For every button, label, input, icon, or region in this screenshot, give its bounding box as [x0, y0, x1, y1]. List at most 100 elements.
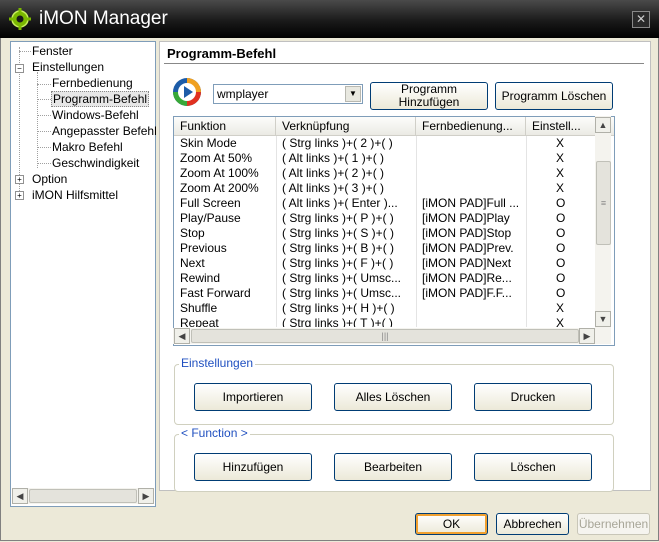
setting-cell: X: [556, 181, 565, 195]
list-horizontal-scrollbar[interactable]: ◀ ||| ▶: [173, 328, 595, 344]
expand-icon[interactable]: +: [15, 191, 24, 200]
add-program-button[interactable]: Programm Hinzufügen: [370, 82, 488, 110]
scroll-left-icon[interactable]: ◀: [174, 328, 190, 344]
table-row[interactable]: Stop ( Strg links )+( S )+( ) [iMON PAD]St…: [174, 226, 614, 241]
ok-label: OK: [442, 517, 461, 531]
tree-item-programm-befehl[interactable]: Programm-Befehl: [51, 91, 150, 107]
tree-item-makro-befehl[interactable]: Makro Befehl: [52, 140, 123, 155]
edit-button[interactable]: Bearbeiten: [334, 453, 452, 481]
title-bar: iMON Manager ✕: [0, 0, 659, 38]
shortcut-cell: ( Strg links )+( F )+( ): [282, 256, 394, 270]
column-header-einstellung[interactable]: Einstell...: [526, 117, 596, 135]
tree-item-fernbedienung[interactable]: Fernbedienung: [52, 76, 133, 91]
expand-icon[interactable]: +: [15, 175, 24, 184]
shortcut-cell: ( Strg links )+( H )+( ): [282, 301, 395, 315]
print-button[interactable]: Drucken: [474, 383, 592, 411]
cancel-label: Abbrechen: [503, 517, 562, 531]
cancel-button[interactable]: Abbrechen: [496, 513, 569, 535]
tree-item-option[interactable]: Option: [32, 172, 67, 187]
setting-cell: O: [556, 211, 566, 225]
table-row[interactable]: Play/Pause ( Strg links )+( P )+( ) [iMON …: [174, 211, 614, 226]
scroll-up-icon[interactable]: ▲: [595, 117, 611, 133]
window-title: iMON Manager: [39, 8, 168, 29]
table-row[interactable]: Full Screen ( Alt links )+( Enter )... [iM…: [174, 196, 614, 211]
tree-item-windows-befehl[interactable]: Windows-Befehl: [52, 108, 139, 123]
scroll-thumb[interactable]: |||: [191, 329, 579, 343]
function-cell: Skin Mode: [180, 136, 237, 150]
shortcut-cell: ( Alt links )+( 1 )+( ): [282, 151, 385, 165]
setting-cell: X: [556, 316, 565, 327]
tree-item-label: Einstellungen: [32, 60, 105, 74]
shortcut-cell: ( Strg links )+( P )+( ): [282, 211, 394, 225]
add-button[interactable]: Hinzufügen: [194, 453, 312, 481]
setting-cell: X: [556, 151, 565, 165]
page-title: Programm-Befehl: [167, 46, 277, 61]
program-select[interactable]: wmplayer ▼: [213, 84, 363, 104]
close-button[interactable]: ✕: [632, 11, 650, 28]
table-row[interactable]: Fast Forward ( Strg links )+( Umsc... [iMO…: [174, 286, 614, 301]
table-row[interactable]: Zoom At 200% ( Alt links )+( 3 )+( ) X: [174, 181, 614, 196]
shortcut-cell: ( Strg links )+( Umsc...: [282, 271, 402, 285]
delete-all-button[interactable]: Alles Löschen: [334, 383, 452, 411]
remote-cell: [iMON PAD]F.F...: [422, 286, 512, 300]
tree-item-label: Windows-Befehl: [52, 108, 139, 122]
function-cell: Zoom At 100%: [180, 166, 259, 180]
tree-horizontal-scrollbar[interactable]: ◀ ▶: [12, 488, 154, 504]
program-select-value: wmplayer: [217, 87, 269, 101]
function-cell: Repeat: [180, 316, 219, 327]
remote-cell: [iMON PAD]Stop: [422, 226, 512, 240]
tree-item-label: Programm-Befehl: [51, 91, 150, 107]
tree-item-label: Makro Befehl: [52, 140, 123, 154]
tree-item-geschwindigkeit[interactable]: Geschwindigkeit: [52, 156, 139, 171]
tree-item-label: Option: [32, 172, 68, 186]
tree-item-imon-hilfsmittel[interactable]: iMON Hilfsmittel: [32, 188, 118, 203]
delete-all-label: Alles Löschen: [355, 390, 431, 404]
function-cell: Full Screen: [180, 196, 241, 210]
table-row[interactable]: Skin Mode ( Strg links )+( 2 )+( ) X: [174, 136, 614, 151]
tree-item-angepasster-befehl[interactable]: Angepasster Befehl: [52, 124, 157, 139]
column-header-funktion[interactable]: Funktion: [174, 117, 276, 135]
tree-item-fenster[interactable]: Fenster: [32, 44, 73, 59]
tree-item-einstellungen[interactable]: Einstellungen: [32, 60, 104, 75]
chevron-down-icon[interactable]: ▼: [345, 86, 361, 102]
table-row[interactable]: Zoom At 50% ( Alt links )+( 1 )+( ) X: [174, 151, 614, 166]
scroll-left-icon[interactable]: ◀: [12, 488, 28, 504]
ok-button[interactable]: OK: [415, 513, 488, 535]
shortcut-cell: ( Strg links )+( Umsc...: [282, 286, 402, 300]
import-button[interactable]: Importieren: [194, 383, 312, 411]
table-row[interactable]: Shuffle ( Strg links )+( H )+( ) X: [174, 301, 614, 316]
setting-cell: O: [556, 196, 566, 210]
shortcut-cell: ( Alt links )+( 2 )+( ): [282, 166, 385, 180]
edit-label: Bearbeiten: [363, 460, 423, 474]
list-rows: Skin Mode( Strg links )+( 2 )+( ) X Zoom A…: [174, 136, 614, 327]
tree-item-label: Fenster: [32, 44, 73, 58]
table-row[interactable]: Previous ( Strg links )+( B )+( ) [iMON PA…: [174, 241, 614, 256]
table-row[interactable]: Next ( Strg links )+( F )+( ) [iMON PAD]Ne…: [174, 256, 614, 271]
collapse-icon[interactable]: −: [15, 64, 24, 73]
function-cell: Stop: [180, 226, 205, 240]
scroll-down-icon[interactable]: ▼: [595, 311, 611, 327]
gear-app-icon: [9, 8, 31, 30]
scroll-thumb[interactable]: [29, 489, 137, 503]
scroll-right-icon[interactable]: ▶: [579, 328, 595, 344]
shortcut-cell: ( Alt links )+( 3 )+( ): [282, 181, 385, 195]
delete-program-label: Programm Löschen: [501, 89, 607, 103]
delete-program-button[interactable]: Programm Löschen: [495, 82, 613, 110]
scroll-thumb[interactable]: ≡: [596, 161, 611, 245]
function-cell: Rewind: [180, 271, 221, 285]
scroll-right-icon[interactable]: ▶: [138, 488, 154, 504]
delete-button[interactable]: Löschen: [474, 453, 592, 481]
column-header-fernbedienung[interactable]: Fernbedienung...: [416, 117, 526, 135]
setting-cell: O: [556, 271, 566, 285]
table-row[interactable]: Rewind ( Strg links )+( Umsc... [iMON PAD]…: [174, 271, 614, 286]
setting-cell: O: [556, 241, 566, 255]
delete-label: Löschen: [510, 460, 556, 474]
apply-button[interactable]: Übernehmen: [577, 513, 650, 535]
add-label: Hinzufügen: [222, 460, 284, 474]
table-row[interactable]: Repeat ( Strg links )+( T )+( ) X: [174, 316, 614, 327]
table-row[interactable]: Zoom At 100% ( Alt links )+( 2 )+( ) X: [174, 166, 614, 181]
remote-cell: [iMON PAD]Re...: [422, 271, 512, 285]
column-header-verknuepfung[interactable]: Verknüpfung: [276, 117, 416, 135]
tree-item-label: Fernbedienung: [52, 76, 133, 90]
list-vertical-scrollbar[interactable]: ▲ ≡ ▼: [595, 116, 611, 344]
